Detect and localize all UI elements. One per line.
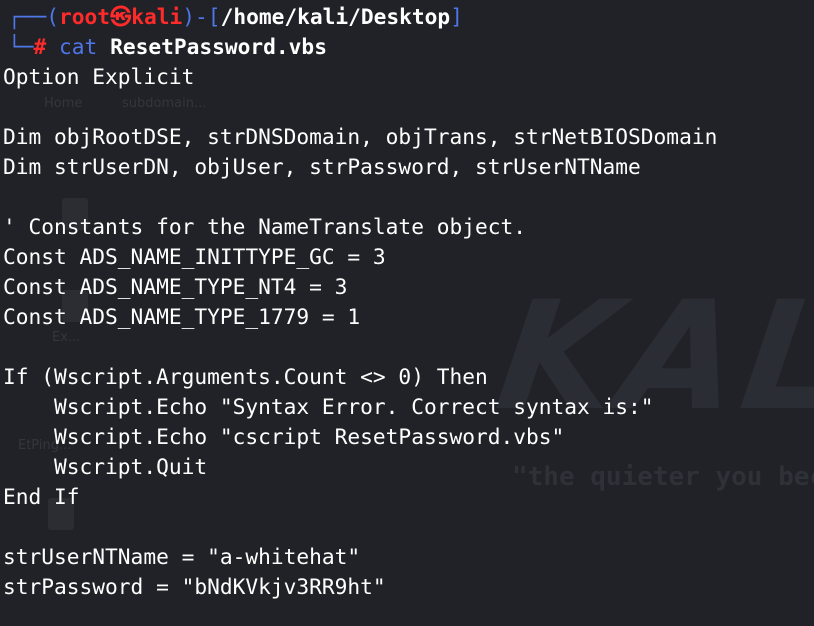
output-line: Wscript.Echo "cscript ResetPassword.vbs" (3, 424, 565, 449)
prompt-box-close: ] (450, 4, 463, 29)
output-line: Const ADS_NAME_TYPE_NT4 = 3 (3, 274, 348, 299)
command-name: cat (59, 34, 98, 59)
output-line: If (Wscript.Arguments.Count <> 0) Then (3, 364, 488, 389)
output-line: Dim objRootDSE, strDNSDomain, objTrans, … (3, 124, 718, 149)
output-line: strPassword = "bNdKVkjv3RR9ht" (3, 574, 386, 599)
output-line: Option Explicit (3, 64, 195, 89)
prompt-path: /home/kali/Desktop (220, 4, 451, 29)
prompt-separator: )-[ (182, 4, 221, 29)
output-line: Const ADS_NAME_INITTYPE_GC = 3 (3, 244, 386, 269)
prompt-user: root (59, 4, 111, 29)
command-argument: ResetPassword.vbs (110, 34, 327, 59)
output-line: End If (3, 484, 80, 509)
prompt-host: kali (131, 4, 183, 29)
prompt-box-open: ┌──( (8, 4, 60, 29)
prompt-corner: └─ (8, 34, 34, 59)
prompt-at-icon: ㉿ (110, 4, 132, 29)
prompt-header: ┌──(root㉿kali)-[/home/kali/Desktop] (0, 2, 814, 32)
output-line: Dim strUserDN, objUser, strPassword, str… (3, 154, 641, 179)
output-line: strUserNTName = "a-whitehat" (3, 544, 361, 569)
output-line: Wscript.Echo "Syntax Error. Correct synt… (3, 394, 654, 419)
output-line: ' Constants for the NameTranslate object… (3, 214, 526, 239)
output-line: Const ADS_NAME_TYPE_1779 = 1 (3, 304, 361, 329)
prompt-hash: # (33, 34, 47, 59)
terminal-window[interactable]: KALI "the quieter you become" Home subdo… (0, 0, 814, 626)
terminal-output[interactable]: ┌──(root㉿kali)-[/home/kali/Desktop] └─# … (0, 2, 814, 602)
prompt-command-line: └─# cat ResetPassword.vbs (0, 32, 814, 62)
output-line: Wscript.Quit (3, 454, 208, 479)
